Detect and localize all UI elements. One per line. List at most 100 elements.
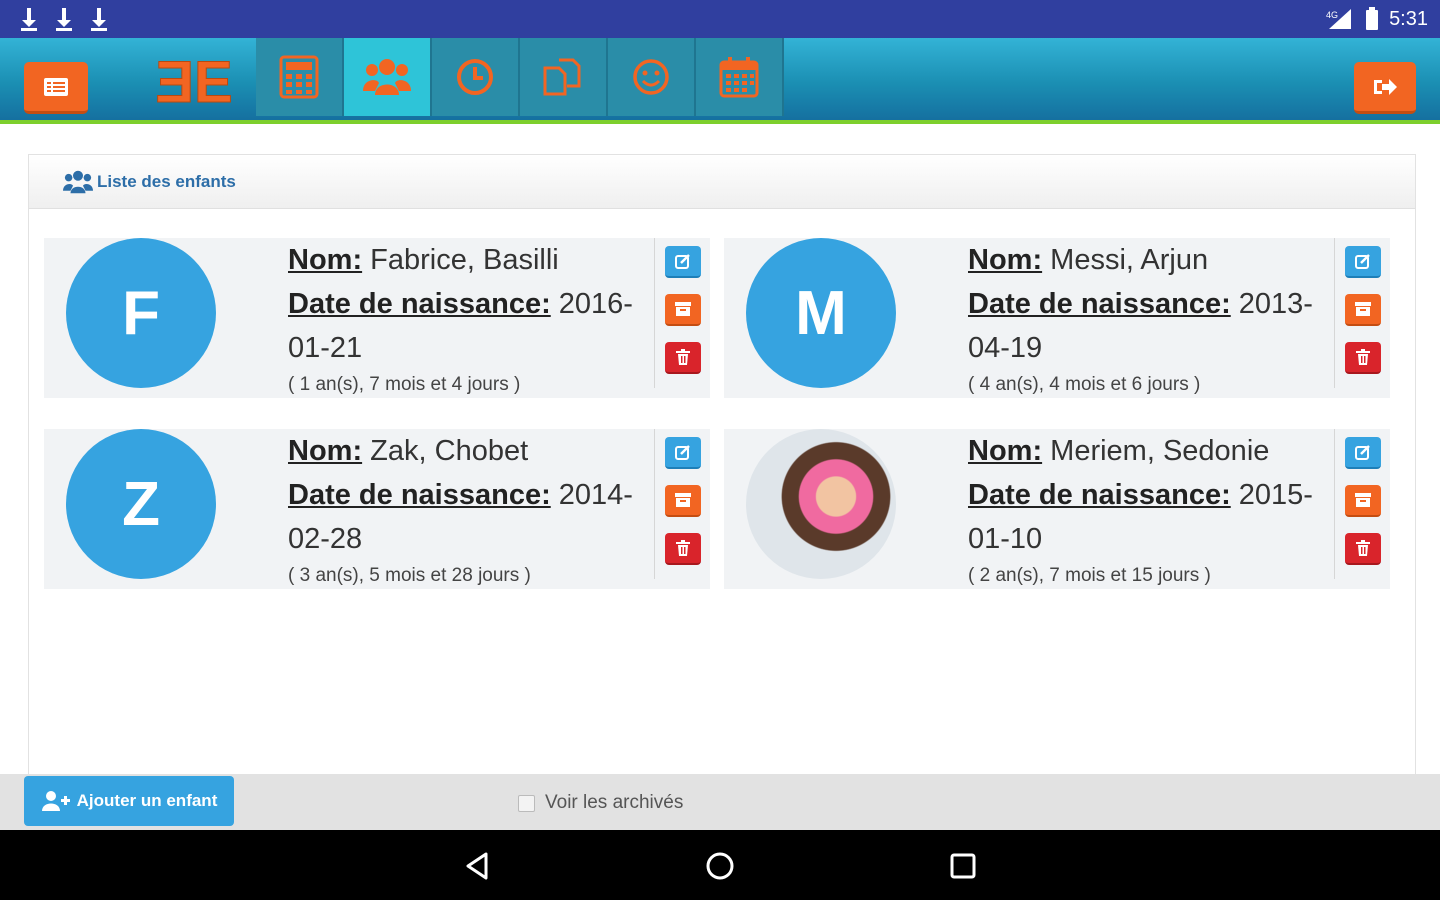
child-card[interactable]: Nom: Meriem, Sedonie Date de naissance: … <box>724 429 1390 589</box>
birthdate-part1: 2015- <box>1238 479 1313 511</box>
name-label: Nom: <box>968 244 1043 276</box>
download-icon <box>56 8 72 31</box>
avatar: Z <box>66 429 216 579</box>
child-age: ( 2 an(s), 7 mois et 15 jours ) <box>968 565 1211 586</box>
system-status-bar: 4G 5:31 <box>0 0 1440 38</box>
archives-label: Voir les archivés <box>545 792 684 813</box>
logout-button[interactable] <box>1354 62 1416 114</box>
download-icon <box>21 8 37 31</box>
list-menu-icon <box>44 77 68 96</box>
signal-icon: 4G <box>1326 9 1352 29</box>
recents-icon[interactable] <box>945 848 981 884</box>
child-name: Zak, Chobet <box>370 435 529 467</box>
name-label: Nom: <box>288 435 363 467</box>
edit-icon <box>675 445 690 460</box>
card-actions <box>654 429 710 579</box>
svg-text:ƎE: ƎE <box>155 50 232 114</box>
trash-icon <box>1356 540 1370 556</box>
archive-button[interactable] <box>665 485 701 517</box>
card-actions <box>654 238 710 388</box>
child-name: Messi, Arjun <box>1050 244 1209 276</box>
smile-icon <box>633 59 669 95</box>
edit-icon <box>1355 254 1370 269</box>
avatar-photo <box>746 429 896 579</box>
trash-icon <box>676 349 690 365</box>
delete-button[interactable] <box>665 342 701 374</box>
download-icon <box>91 8 107 31</box>
show-archives-toggle[interactable]: Voir les archivés <box>518 792 683 814</box>
delete-button[interactable] <box>1345 533 1381 565</box>
archive-icon <box>1355 302 1371 316</box>
edit-button[interactable] <box>1345 246 1381 278</box>
back-icon[interactable] <box>460 848 496 884</box>
system-navigation-bar <box>0 830 1440 900</box>
child-name: Fabrice, Basilli <box>370 244 559 276</box>
birthdate-part2: 01-10 <box>968 523 1043 555</box>
app-header: ƎE <box>0 38 1440 124</box>
archive-icon <box>1355 493 1371 507</box>
birthdate-part2: 04-19 <box>968 332 1043 364</box>
children-panel: Liste des enfants F Nom: Fabrice, Basill… <box>28 154 1416 774</box>
avatar: M <box>746 238 896 388</box>
child-card[interactable]: M Nom: Messi, Arjun Date de naissance: 2… <box>724 238 1390 398</box>
delete-button[interactable] <box>1345 342 1381 374</box>
child-info: Nom: Messi, Arjun Date de naissance: 201… <box>968 238 1328 400</box>
edit-icon <box>1355 445 1370 460</box>
birthdate-part2: 01-21 <box>288 332 363 364</box>
calendar-icon <box>719 57 759 98</box>
archive-button[interactable] <box>1345 485 1381 517</box>
birthdate-label: Date de naissance: <box>968 288 1231 320</box>
archive-icon <box>675 302 691 316</box>
name-label: Nom: <box>288 244 363 276</box>
card-actions <box>1334 238 1390 388</box>
edit-button[interactable] <box>665 437 701 469</box>
users-icon <box>63 170 93 193</box>
child-info: Nom: Zak, Chobet Date de naissance: 2014… <box>288 429 648 591</box>
child-card[interactable]: Z Nom: Zak, Chobet Date de naissance: 20… <box>44 429 710 589</box>
child-age: ( 4 an(s), 4 mois et 6 jours ) <box>968 374 1201 395</box>
tab-children[interactable] <box>344 38 432 116</box>
battery-icon <box>1366 7 1379 30</box>
tab-calendar[interactable] <box>696 38 784 116</box>
add-child-label: Ajouter un enfant <box>76 791 218 810</box>
card-actions <box>1334 429 1390 579</box>
trash-icon <box>1356 349 1370 365</box>
users-icon <box>363 59 411 95</box>
archive-button[interactable] <box>1345 294 1381 326</box>
app-logo: ƎE <box>155 50 233 114</box>
tab-documents[interactable] <box>520 38 608 116</box>
edit-icon <box>675 254 690 269</box>
archive-icon <box>675 493 691 507</box>
child-card[interactable]: F Nom: Fabrice, Basilli Date de naissanc… <box>44 238 710 398</box>
name-label: Nom: <box>968 435 1043 467</box>
panel-header: Liste des enfants <box>29 155 1415 209</box>
archive-button[interactable] <box>665 294 701 326</box>
clock-time: 5:31 <box>1389 7 1428 30</box>
edit-button[interactable] <box>665 246 701 278</box>
tab-behavior[interactable] <box>608 38 696 116</box>
home-icon[interactable] <box>702 848 738 884</box>
birthdate-label: Date de naissance: <box>288 479 551 511</box>
panel-title: Liste des enfants <box>97 171 236 191</box>
add-child-button[interactable]: Ajouter un enfant <box>24 776 234 826</box>
delete-button[interactable] <box>665 533 701 565</box>
tab-calculator[interactable] <box>256 38 344 116</box>
user-plus-icon <box>41 791 70 811</box>
svg-text:4G: 4G <box>1326 10 1338 20</box>
child-info: Nom: Meriem, Sedonie Date de naissance: … <box>968 429 1328 591</box>
tab-hours[interactable] <box>432 38 520 116</box>
child-info: Nom: Fabrice, Basilli Date de naissance:… <box>288 238 648 400</box>
edit-button[interactable] <box>1345 437 1381 469</box>
archives-checkbox[interactable] <box>518 794 535 812</box>
birthdate-label: Date de naissance: <box>288 288 551 320</box>
copy-icon <box>543 58 581 96</box>
birthdate-part1: 2014- <box>558 479 633 511</box>
child-name: Meriem, Sedonie <box>1050 435 1270 467</box>
bottom-action-bar: Ajouter un enfant Voir les archivés <box>0 774 1440 830</box>
clock-icon <box>457 59 493 95</box>
birthdate-part1: 2013- <box>1238 288 1313 320</box>
sign-out-icon <box>1374 78 1397 95</box>
birthdate-label: Date de naissance: <box>968 479 1231 511</box>
menu-button[interactable] <box>24 62 88 114</box>
main-navigation <box>256 38 784 116</box>
